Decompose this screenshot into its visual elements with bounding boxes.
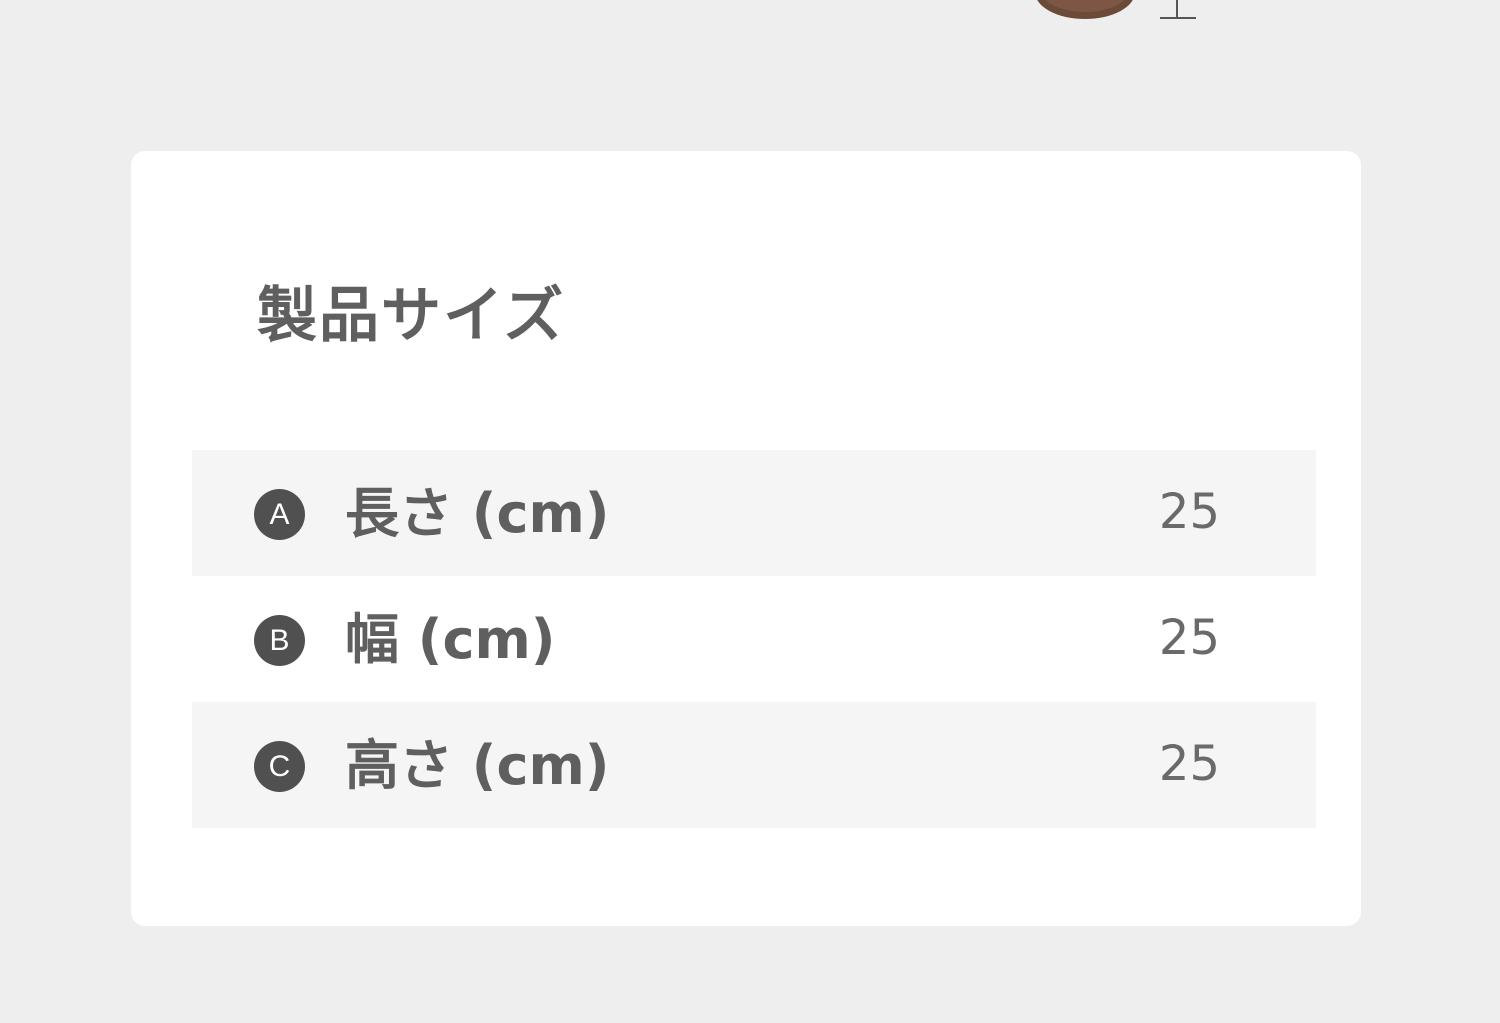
size-row-width: B 幅 (cm) 25 [192, 576, 1316, 702]
badge-b-icon: B [254, 615, 305, 666]
size-table: A 長さ (cm) 25 B 幅 (cm) 25 C 高さ (cm) 25 [192, 450, 1316, 828]
width-value: 25 [1158, 610, 1220, 666]
length-label: 長さ (cm) [345, 482, 610, 545]
width-label: 幅 (cm) [345, 608, 556, 671]
height-label: 高さ (cm) [345, 734, 610, 797]
product-illustration [1037, 0, 1196, 19]
length-value: 25 [1158, 484, 1220, 540]
size-row-height: C 高さ (cm) 25 [192, 702, 1316, 828]
size-row-length: A 長さ (cm) 25 [192, 450, 1316, 576]
product-size-card: 製品サイズ A 長さ (cm) 25 B 幅 (cm) 25 C 高さ (cm)… [131, 151, 1361, 926]
badge-a-icon: A [254, 489, 305, 540]
height-value: 25 [1158, 736, 1220, 792]
badge-c-icon: C [254, 741, 305, 792]
product-size-title: 製品サイズ [257, 281, 566, 351]
